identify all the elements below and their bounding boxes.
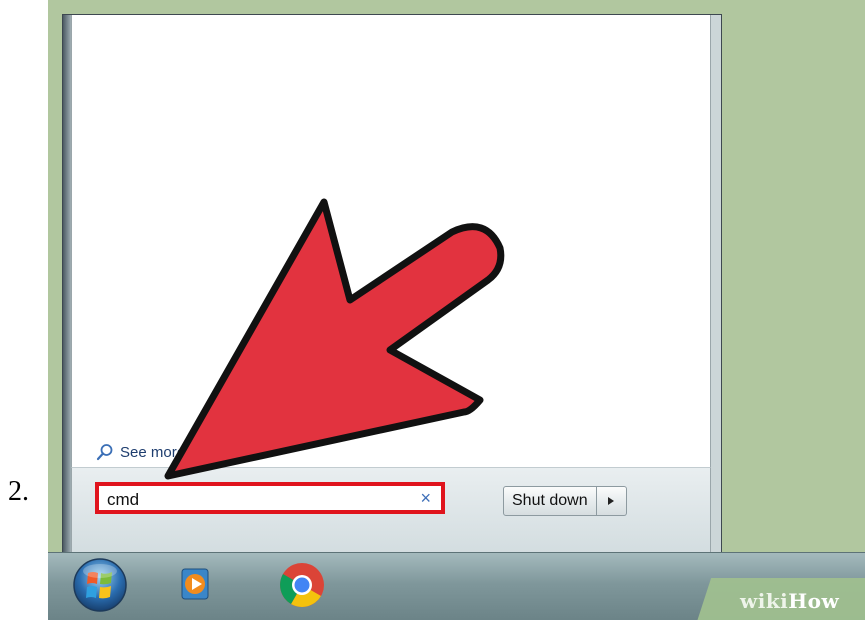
- red-pointer-arrow-icon: [164, 198, 505, 480]
- step-number: 2.: [8, 476, 29, 507]
- illustration: See more results cmd × Shut down wikiHow: [48, 0, 865, 620]
